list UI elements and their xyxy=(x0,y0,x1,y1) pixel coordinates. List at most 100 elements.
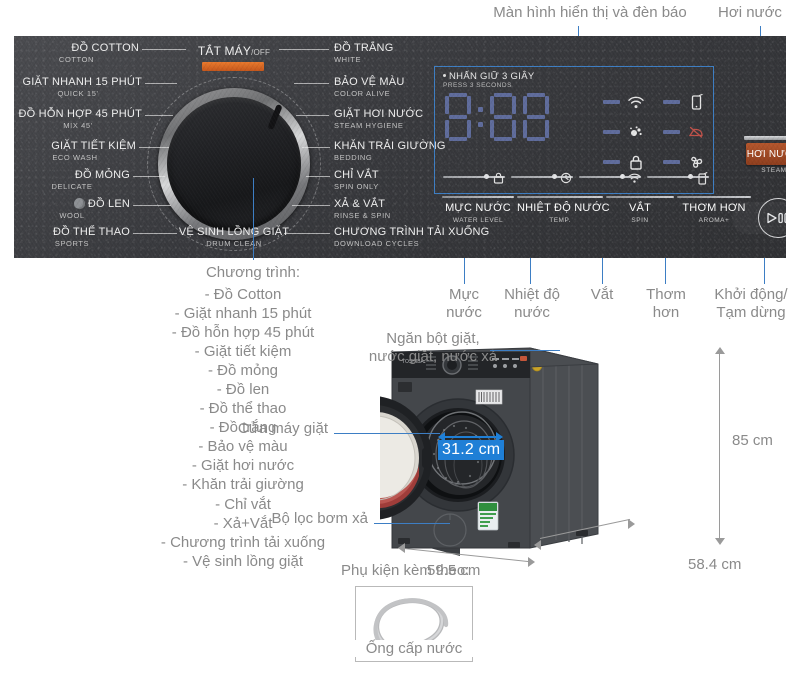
program-left-4-en: DELICATE xyxy=(51,182,93,191)
steam-button-cap xyxy=(744,136,786,140)
play-pause-icon xyxy=(767,212,786,224)
fan-icon xyxy=(687,153,705,171)
function-water-level[interactable]: MỰC NƯỚC WATER LEVEL xyxy=(442,196,514,224)
program-right-0[interactable]: ĐỒ TRẮNG WHITE xyxy=(334,42,464,64)
leader-door xyxy=(334,433,440,434)
label-temperature: Nhiệt độ nước xyxy=(504,286,560,321)
barcode-sticker xyxy=(475,389,503,405)
leader-water-level xyxy=(464,258,465,284)
leader-prog-r5 xyxy=(292,205,330,206)
program-left-2-vn: ĐỒ HỖN HỢP 45 PHÚT xyxy=(18,108,142,120)
program-right-6[interactable]: CHƯƠNG TRÌNH TẢI XUỐNG DOWNLOAD CYCLES xyxy=(334,226,494,248)
program-left-3-en: ECO WASH xyxy=(52,153,98,162)
label-aroma: Thơm hơn xyxy=(646,286,686,321)
program-left-5-en: WOOL xyxy=(59,211,85,220)
label-detergent-drawer: Ngăn bột giặt, nước giặt, nước xả xyxy=(368,330,498,365)
accessory-caption: Ống cấp nước xyxy=(355,640,473,657)
program-left-3-vn: GIẶT TIẾT KIỆM xyxy=(51,140,136,152)
timer-icon xyxy=(559,171,573,185)
program-left-2[interactable]: ĐỒ HỖN HỢP 45 PHÚT MIX 45' xyxy=(14,108,142,130)
display-screen: NHẤN GIỮ 3 GIÂY PRESS 3 SECONDS 88:88 xyxy=(434,66,714,194)
function-bar xyxy=(517,196,603,198)
program-left-2-en: MIX 45' xyxy=(63,121,93,130)
program-left-0[interactable]: ĐỒ COTTON COTTON xyxy=(14,42,139,64)
leader-prog-l4 xyxy=(133,176,165,177)
program-left-3[interactable]: GIẶT TIẾT KIỆM ECO WASH xyxy=(14,140,136,162)
label-water-level: Mực nước xyxy=(446,286,482,321)
program-left-5-vn-wrap: ĐỒ LEN xyxy=(14,198,130,210)
strip-aroma[interactable] xyxy=(647,171,709,185)
dim-arrow-depth-right xyxy=(628,519,635,529)
program-left-4[interactable]: ĐỒ MỎNG DELICATE xyxy=(14,169,130,191)
hold-dot-icon xyxy=(443,74,446,77)
dim-depth: 58.4 cm xyxy=(688,556,742,573)
program-off[interactable]: TẮT MÁY/OFF xyxy=(164,42,304,60)
program-right-6-vn: CHƯƠNG TRÌNH TẢI XUỐNG xyxy=(334,226,490,238)
program-drum-clean-vn: VỆ SINH LỒNG GIẶT xyxy=(178,226,290,238)
steam-button[interactable]: HƠI NƯỚC xyxy=(746,143,786,165)
indicator-bubbles xyxy=(603,123,645,141)
program-drum-clean-en: DRUM CLEAN xyxy=(206,239,262,248)
phone-icon xyxy=(687,93,705,111)
strip-water-level[interactable] xyxy=(443,171,505,185)
indicator-bar xyxy=(603,160,620,164)
indicator-bar xyxy=(663,130,680,134)
label-accessories-title: Phụ kiện kèm theo: xyxy=(341,562,470,579)
wifi-icon xyxy=(627,93,645,111)
function-spin[interactable]: VẮT SPIN xyxy=(606,196,674,224)
program-list-title: Chương trình: xyxy=(205,264,301,281)
hold-hint-vn: NHẤN GIỮ 3 GIÂY xyxy=(443,71,534,82)
phone-icon xyxy=(695,171,709,185)
program-left-6[interactable]: ĐỒ THỂ THAO SPORTS xyxy=(14,226,130,248)
leader-program-list xyxy=(253,178,254,260)
leader-aroma xyxy=(665,258,666,284)
program-drum-clean[interactable]: VỆ SINH LỒNG GIẶT DRUM CLEAN xyxy=(154,226,314,248)
program-left-6-vn: ĐỒ THỂ THAO xyxy=(53,226,130,238)
program-selector-dial[interactable] xyxy=(158,88,310,240)
leader-prog-r1 xyxy=(294,83,329,84)
function-bar xyxy=(442,196,514,198)
dim-line-drum xyxy=(441,436,499,438)
strip-spin[interactable] xyxy=(579,171,641,185)
hold-hint-en: PRESS 3 SECONDS xyxy=(443,82,512,89)
leader-prog-r3 xyxy=(302,147,330,148)
indicator-bar xyxy=(603,100,620,104)
leader-prog-l5 xyxy=(133,205,171,206)
dim-arrow-width-left xyxy=(398,543,405,553)
program-left-1[interactable]: GIẶT NHANH 15 PHÚT QUICK 15' xyxy=(14,76,142,98)
option-strips xyxy=(443,171,709,185)
dim-arrow-height-top xyxy=(715,347,725,354)
label-spin: Vắt xyxy=(590,286,614,303)
steam-button-en: STEAM xyxy=(761,167,786,174)
foot-front-right xyxy=(508,542,520,548)
dim-arrow-height-bottom xyxy=(715,538,725,545)
leader-prog-l3 xyxy=(139,147,169,148)
program-right-0-en: WHITE xyxy=(334,55,362,64)
wifi-icon xyxy=(627,171,641,185)
indicator-wifi xyxy=(603,93,645,111)
program-left-0-vn: ĐỒ COTTON xyxy=(71,42,139,54)
wool-icon xyxy=(73,198,85,209)
dial-inner-face xyxy=(167,97,301,231)
leader-detergent-drawer xyxy=(490,350,560,351)
leader-temperature xyxy=(530,258,531,284)
function-temperature[interactable]: NHIỆT ĐỘ NƯỚC TEMP. xyxy=(517,196,610,224)
program-left-6-en: SPORTS xyxy=(54,239,90,248)
program-left-5[interactable]: ĐỒ LEN WOOL xyxy=(14,198,130,220)
strip-temperature[interactable] xyxy=(511,171,573,185)
program-left-1-en: QUICK 15' xyxy=(57,89,99,98)
detergent-drawer xyxy=(398,382,412,392)
annotation-display-top: Màn hình hiển thị và đèn báo xyxy=(493,4,687,21)
bubbles-icon xyxy=(627,123,645,141)
label-pump-filter: Bộ lọc bơm xả xyxy=(271,510,368,527)
indicator-bar xyxy=(663,160,680,164)
leader-prog-r0 xyxy=(279,49,329,50)
function-bar xyxy=(606,196,674,198)
dim-height: 85 cm xyxy=(732,432,773,449)
leader-spin xyxy=(602,258,603,284)
label-start-pause: Khởi động/ Tạm dừng xyxy=(714,286,788,321)
indicator-bar xyxy=(663,100,680,104)
indicator-phone xyxy=(663,93,705,111)
washer-control-panel: TẮT MÁY/OFF ĐỒ COTTON COTTON GIẶT NHANH … xyxy=(14,36,786,258)
leader-prog-l0 xyxy=(142,49,186,50)
